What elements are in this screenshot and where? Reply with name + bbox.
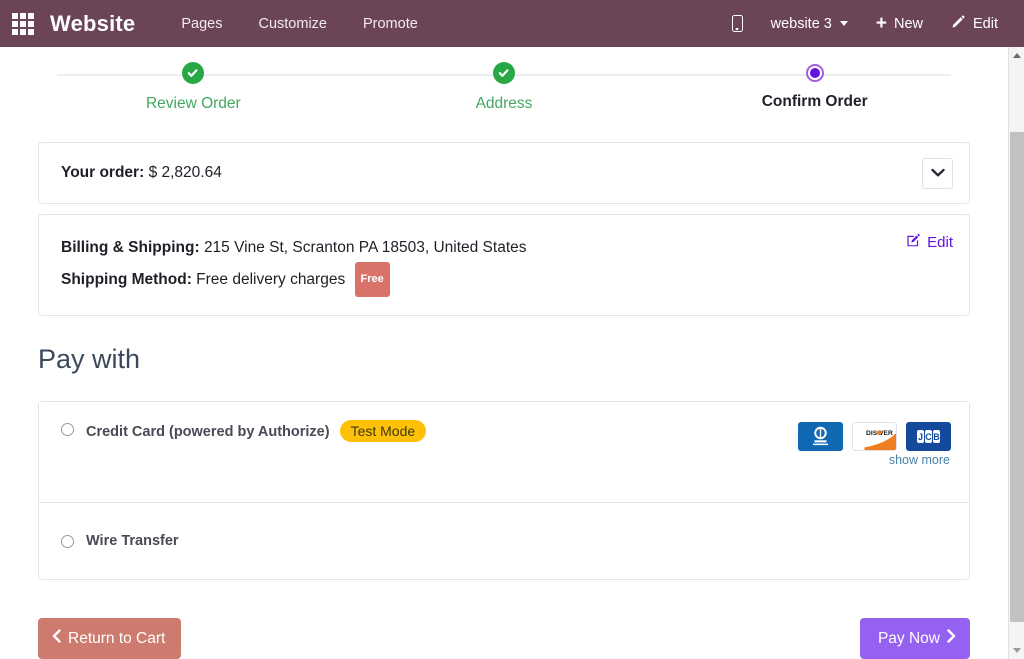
svg-text:C: C — [925, 432, 932, 442]
edit-address-label: Edit — [927, 234, 953, 251]
svg-text:B: B — [933, 432, 940, 442]
order-summary-amount: $ 2,820.64 — [149, 164, 222, 181]
stepper-label-review-order[interactable]: Review Order — [146, 95, 241, 113]
scroll-down-button[interactable] — [1009, 642, 1024, 659]
top-navbar: Website Pages Customize Promote website … — [0, 0, 1024, 47]
shipping-method-label: Shipping Method: — [61, 271, 192, 288]
apps-grid-icon[interactable] — [10, 13, 36, 35]
top-navbar-right: website 3 + New Edit — [718, 14, 1024, 33]
payment-methods-card: Credit Card (powered by Authorize) Test … — [38, 401, 970, 580]
stepper-step-review-order[interactable]: Review Order — [38, 62, 349, 124]
credit-card-labels: Credit Card (powered by Authorize) Test … — [86, 420, 426, 442]
main-nav: Pages Customize Promote — [163, 16, 435, 32]
pay-with-heading: Pay with — [38, 344, 970, 375]
vertical-scrollbar[interactable] — [1008, 47, 1024, 659]
test-mode-badge: Test Mode — [340, 420, 427, 442]
stepper-label-address[interactable]: Address — [476, 95, 533, 113]
mobile-preview-button[interactable] — [718, 15, 757, 32]
chevron-left-icon — [52, 629, 61, 648]
payment-method-wire-transfer[interactable]: Wire Transfer — [39, 502, 969, 579]
payment-method-label-wire-transfer: Wire Transfer — [86, 533, 179, 549]
shipping-method-line: Shipping Method: Free delivery charges F… — [61, 262, 527, 297]
address-details: Billing & Shipping: 215 Vine St, Scranto… — [61, 233, 527, 297]
edit-address-link[interactable]: Edit — [906, 233, 953, 252]
radio-credit-card[interactable] — [61, 423, 74, 436]
scroll-up-arrow-icon — [1013, 53, 1021, 58]
stepper-label-confirm-order: Confirm Order — [762, 93, 868, 111]
return-to-cart-button[interactable]: Return to Cart — [38, 618, 181, 659]
checkout-container: Review Order Address Confirm Order You — [38, 62, 970, 659]
diners-club-icon — [798, 422, 843, 451]
check-circle-icon[interactable] — [493, 62, 515, 84]
mobile-phone-icon — [732, 15, 743, 32]
nav-item-customize[interactable]: Customize — [240, 16, 345, 32]
current-step-dot-icon — [806, 64, 824, 82]
pencil-icon — [951, 14, 966, 33]
free-shipping-badge: Free — [355, 262, 390, 297]
brand-title[interactable]: Website — [42, 11, 141, 37]
nav-item-promote[interactable]: Promote — [345, 16, 436, 32]
scroll-up-button[interactable] — [1009, 47, 1024, 64]
nav-item-pages[interactable]: Pages — [163, 16, 240, 32]
edit-button[interactable]: Edit — [937, 14, 1012, 33]
new-button[interactable]: + New — [862, 14, 937, 33]
check-circle-icon[interactable] — [182, 62, 204, 84]
billing-shipping-label: Billing & Shipping: — [61, 239, 200, 256]
chevron-down-icon — [840, 21, 848, 26]
discover-icon: DISC VER — [852, 422, 897, 451]
radio-wire-transfer[interactable] — [61, 535, 74, 548]
plus-icon: + — [876, 14, 887, 33]
website-selector[interactable]: website 3 — [757, 16, 862, 32]
pay-now-button[interactable]: Pay Now — [860, 618, 970, 659]
chevron-right-icon — [947, 629, 956, 648]
edit-button-label: Edit — [973, 16, 998, 32]
pencil-square-icon — [906, 233, 921, 252]
show-more-brands-link[interactable]: show more — [889, 453, 950, 467]
new-button-label: New — [894, 16, 923, 32]
order-summary-label: Your order: — [61, 164, 144, 181]
billing-shipping-line: Billing & Shipping: 215 Vine St, Scranto… — [61, 233, 527, 262]
checkout-footer: Return to Cart Pay Now — [38, 618, 970, 659]
stepper-step-confirm-order: Confirm Order — [659, 62, 970, 124]
billing-shipping-card: Billing & Shipping: 215 Vine St, Scranto… — [38, 214, 970, 316]
jcb-icon: J C B — [906, 422, 951, 451]
payment-method-credit-card[interactable]: Credit Card (powered by Authorize) Test … — [39, 402, 969, 502]
payment-method-label-credit-card: Credit Card (powered by Authorize) — [86, 424, 330, 440]
website-selector-label: website 3 — [771, 16, 832, 32]
billing-shipping-value: 215 Vine St, Scranton PA 18503, United S… — [204, 239, 527, 256]
pay-now-label: Pay Now — [878, 630, 940, 648]
order-summary-text: Your order: $ 2,820.64 — [61, 164, 222, 182]
svg-text:J: J — [918, 432, 923, 442]
scroll-down-arrow-icon — [1013, 648, 1021, 653]
scrollbar-thumb[interactable] — [1010, 132, 1024, 622]
shipping-method-value: Free delivery charges — [196, 271, 345, 288]
card-brand-logos: DISC VER J C — [798, 420, 951, 467]
checkout-stepper: Review Order Address Confirm Order — [38, 62, 970, 124]
card-brand-row: DISC VER J C — [798, 422, 951, 451]
page-content: Review Order Address Confirm Order You — [0, 47, 1008, 659]
stepper-step-address[interactable]: Address — [349, 62, 660, 124]
order-summary-toggle-button[interactable] — [922, 158, 953, 189]
return-to-cart-label: Return to Cart — [68, 630, 165, 648]
chevron-down-icon — [931, 168, 945, 178]
order-summary-card: Your order: $ 2,820.64 — [38, 142, 970, 204]
